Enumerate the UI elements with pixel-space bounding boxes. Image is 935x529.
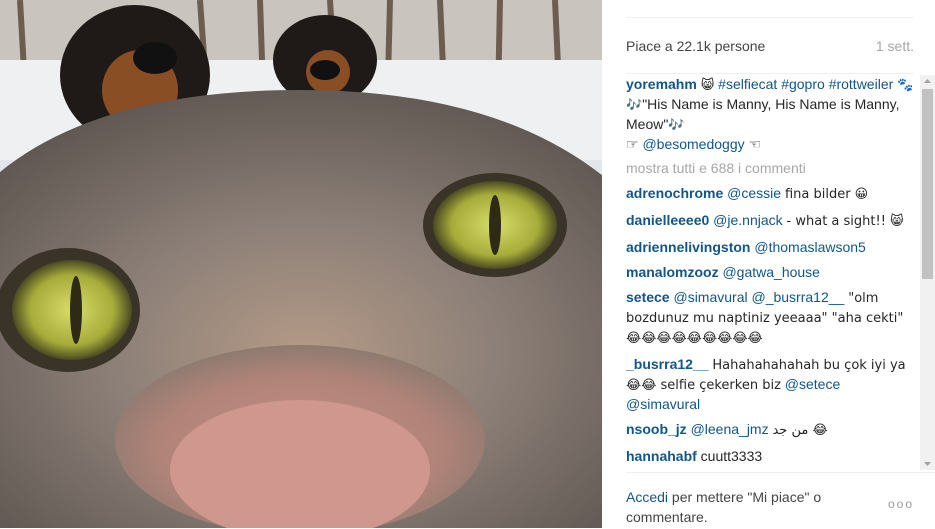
login-prompt: Accedi per mettere "Mi piace" o commenta… (626, 487, 856, 527)
hashtag-gopro[interactable]: #gopro (781, 76, 825, 92)
caption-pointer-left-icon: ☞ (626, 136, 639, 152)
comment: _busrra12__ Hahahahahahah bu çok iyi ya😂… (626, 355, 918, 413)
comment-username[interactable]: adrenochrome (626, 185, 723, 201)
caption-username[interactable]: yoremahm (626, 76, 697, 92)
comment-mention[interactable]: @gatwa_house (722, 264, 820, 280)
comment-mention[interactable]: @simavural @_busrra12__ (673, 289, 844, 305)
caption-notes-icon: 🎶 (626, 98, 643, 113)
post-footer: Accedi per mettere "Mi piace" o commenta… (626, 472, 935, 529)
comment-username[interactable]: manalomzooz (626, 264, 719, 280)
comment-username[interactable]: nsoob_jz (626, 421, 687, 437)
scrollbar-thumb[interactable] (922, 89, 933, 279)
comments-scrollbar[interactable] (920, 75, 935, 470)
comment-text: fina bilder 😀 (784, 187, 869, 202)
comment: nsoob_jz @leena_jmz من جد 😂 (626, 420, 918, 440)
comment-username[interactable]: danielleeee0 (626, 212, 709, 228)
scroll-up-arrow-icon[interactable] (920, 75, 935, 87)
comment: manalomzooz @gatwa_house (626, 263, 918, 281)
comment-username[interactable]: hannahabf (626, 448, 697, 464)
comment: adriennelivingston @thomaslawson5 (626, 238, 918, 256)
comment-text: من جد 😂 (772, 423, 828, 438)
comment-mention[interactable]: @thomaslawson5 (754, 239, 866, 255)
comments-list[interactable]: yoremahm 😸 #selfiecat #gopro #rottweiler… (626, 75, 918, 470)
caption-mention[interactable]: @besomedoggy (642, 136, 744, 152)
comment: adrenochrome @cessie fina bilder 😀 (626, 184, 918, 204)
caption-emoji-cat: 😸 (700, 78, 715, 93)
scroll-down-arrow-icon[interactable] (920, 458, 935, 470)
post-details-panel: Piace a 22.1k persone 1 sett. yoremahm 😸… (602, 0, 935, 528)
comment-username[interactable]: setece (626, 289, 670, 305)
comment-text: cuutt3333 (700, 448, 763, 464)
comment-username[interactable]: _busrra12__ (626, 356, 709, 372)
cat-selfie-image (0, 0, 602, 528)
comment: danielleeee0 @je.nnjack - what a sight!!… (626, 211, 918, 231)
comment: setece @simavural @_busrra12__ "olm bozd… (626, 288, 918, 348)
more-options-icon[interactable]: ooo (888, 497, 914, 511)
likes-count: Piace a 22.1k persone (626, 38, 766, 54)
caption-notes-icon-end: 🎶 (668, 118, 685, 133)
comment-text: - what a sight!! 😸 (786, 214, 904, 229)
comment-mention[interactable]: @je.nnjack (713, 212, 782, 228)
comment: hannahabf cuutt3333 (626, 447, 918, 465)
caption-emoji-paws: 🐾 (897, 78, 914, 93)
comment-username[interactable]: adriennelivingston (626, 239, 750, 255)
hashtag-rottweiler[interactable]: #rottweiler (829, 76, 894, 92)
comment-mention[interactable]: @leena_jmz (691, 421, 769, 437)
hashtag-selfiecat[interactable]: #selfiecat (718, 76, 777, 92)
caption-pointer-right-icon: ☜ (748, 136, 762, 152)
post-photo[interactable] (0, 0, 602, 528)
comment-mention[interactable]: @cessie (727, 185, 781, 201)
show-all-comments-link[interactable]: mostra tutti e 688 i commenti (626, 159, 918, 177)
post-timestamp[interactable]: 1 sett. (876, 38, 914, 54)
login-link[interactable]: Accedi (626, 489, 668, 505)
post-caption: yoremahm 😸 #selfiecat #gopro #rottweiler… (626, 75, 918, 153)
likes-bar: Piace a 22.1k persone 1 sett. (626, 17, 914, 74)
